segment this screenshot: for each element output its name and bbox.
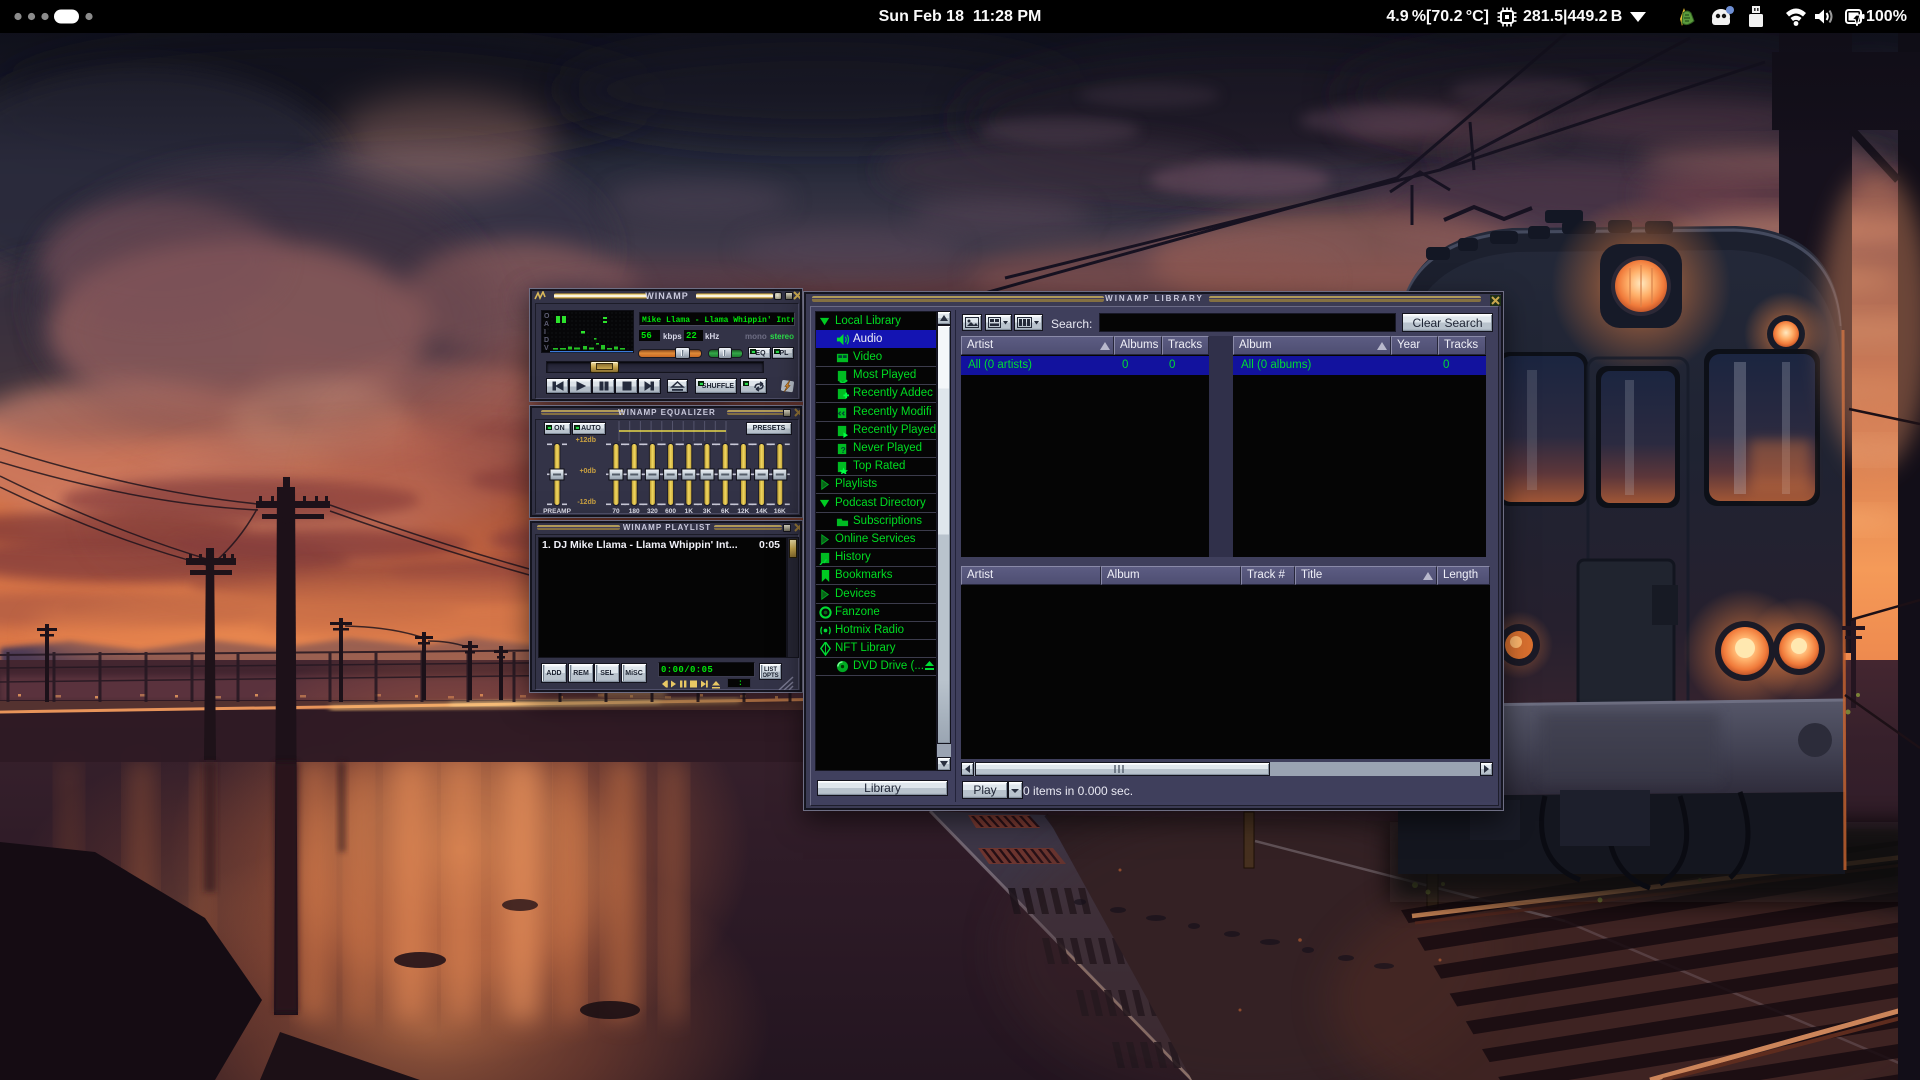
svg-text:V: V xyxy=(544,345,549,352)
svg-text:A: A xyxy=(544,321,549,328)
svg-text:O: O xyxy=(544,313,550,320)
svg-text:D: D xyxy=(544,337,549,344)
svg-text:I: I xyxy=(544,329,546,336)
svg-text:?: ? xyxy=(841,445,846,455)
